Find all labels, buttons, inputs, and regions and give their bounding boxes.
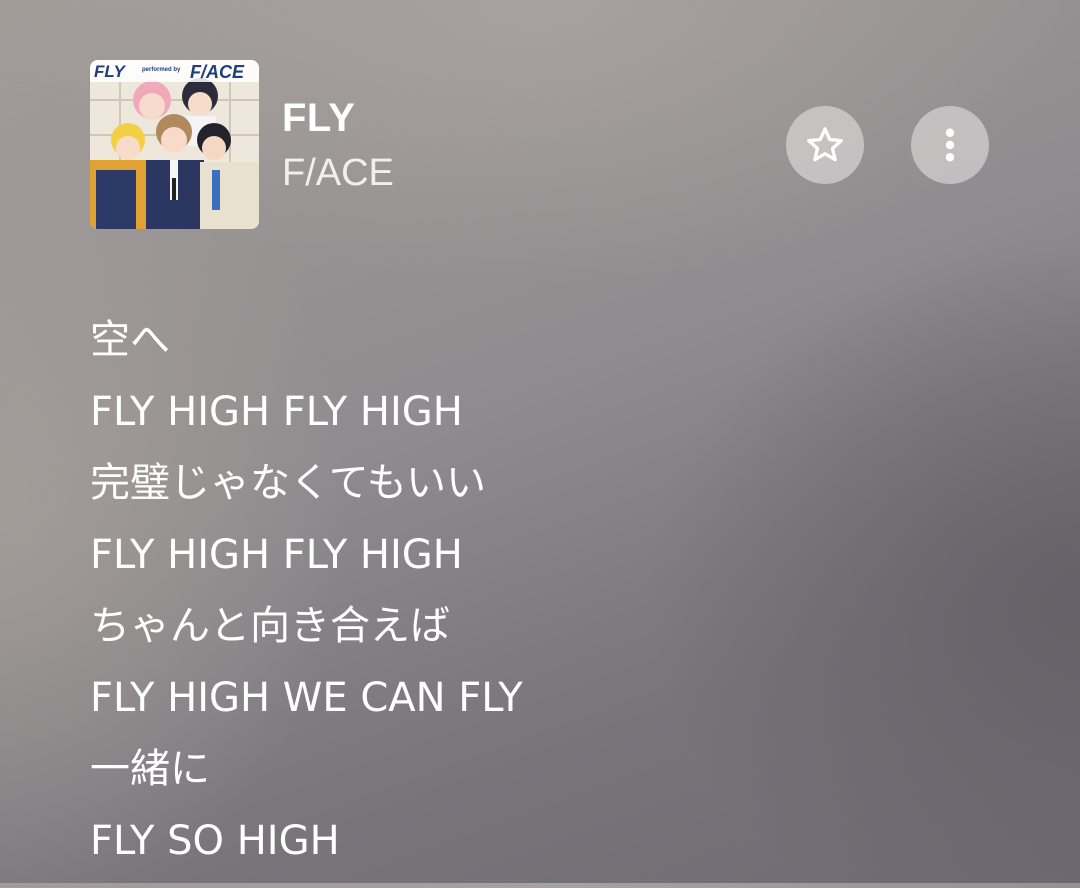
star-outline-icon bbox=[804, 124, 846, 166]
album-art-label-small: performed by bbox=[142, 67, 181, 73]
lyric-line[interactable]: FLY SO HIGH bbox=[90, 817, 1030, 888]
lyric-line[interactable]: ちゃんと向き合えば bbox=[90, 602, 1030, 674]
album-art-label-right: F/ACE bbox=[190, 62, 245, 82]
more-options-button[interactable] bbox=[911, 106, 989, 184]
lyric-line[interactable]: FLY HIGH WE CAN FLY bbox=[90, 674, 1030, 746]
lyric-line[interactable]: 完璧じゃなくてもいい bbox=[90, 459, 1030, 531]
album-art[interactable]: FLY performed by F/ACE bbox=[90, 60, 259, 229]
lyric-line[interactable]: FLY HIGH FLY HIGH bbox=[90, 388, 1030, 460]
lyric-line[interactable]: FLY HIGH FLY HIGH bbox=[90, 531, 1030, 603]
lyrics-panel: 空へ FLY HIGH FLY HIGH 完璧じゃなくてもいい FLY HIGH… bbox=[90, 316, 1030, 888]
favorite-button[interactable] bbox=[786, 106, 864, 184]
now-playing-header: FLY performed by F/ACE FLY F/ACE bbox=[90, 60, 1000, 230]
track-artist[interactable]: F/ACE bbox=[282, 152, 394, 195]
track-title: FLY bbox=[282, 96, 355, 141]
album-art-label-left: FLY bbox=[94, 62, 127, 81]
lyric-line[interactable]: 空へ bbox=[90, 316, 1030, 388]
lyric-line[interactable]: 一緒に bbox=[90, 745, 1030, 817]
more-vertical-icon bbox=[929, 124, 971, 166]
